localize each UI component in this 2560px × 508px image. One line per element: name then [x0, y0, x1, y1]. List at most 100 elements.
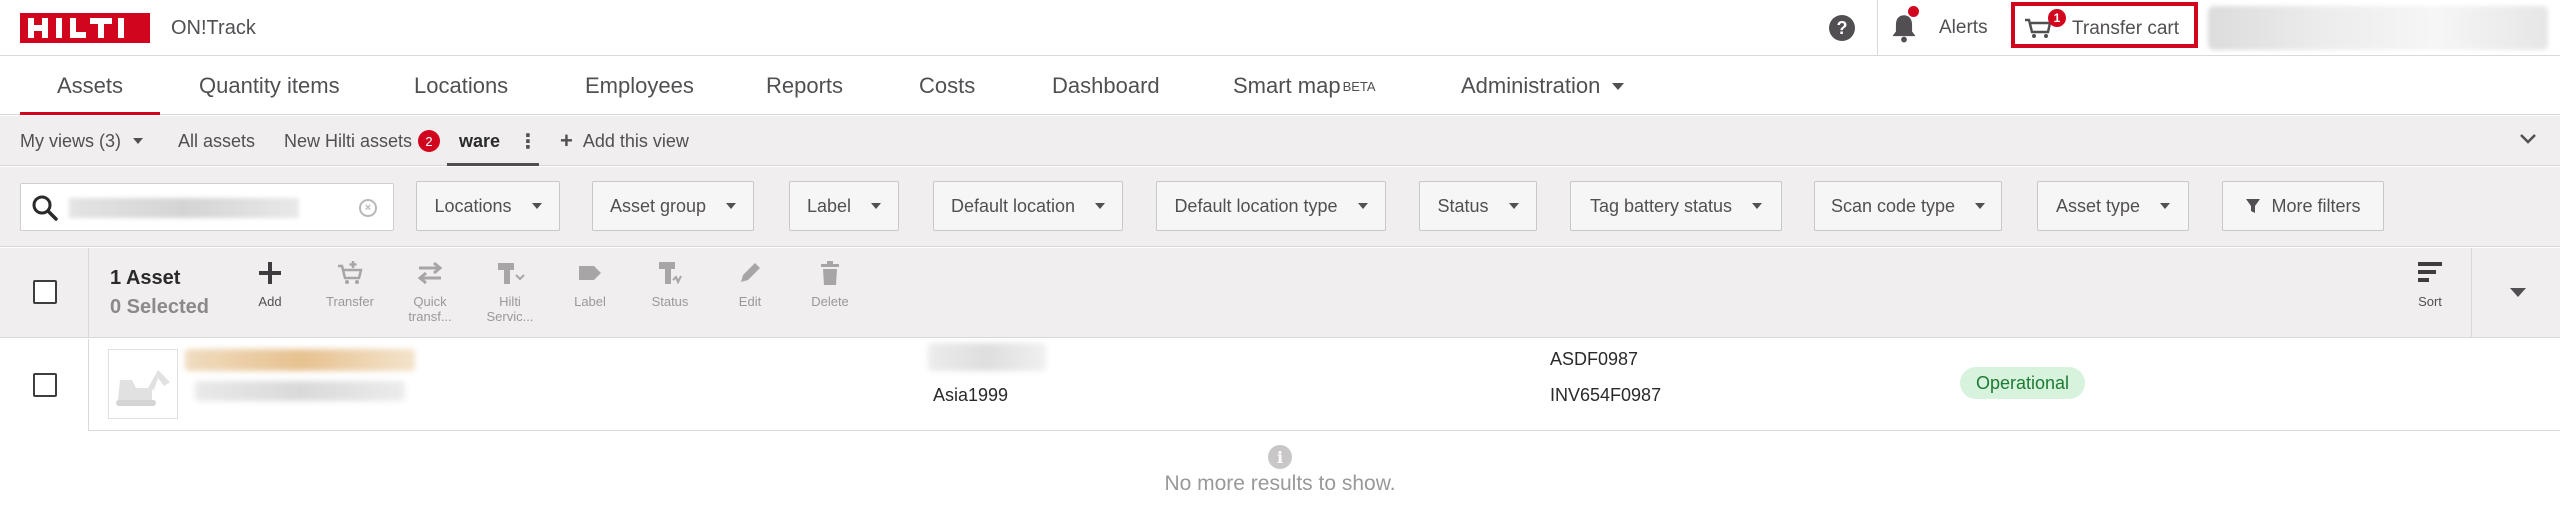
tab-label: Quantity items	[199, 73, 340, 98]
beta-badge: BETA	[1342, 78, 1376, 94]
new-assets-count-badge: 2	[418, 130, 441, 152]
row-checkbox[interactable]	[33, 373, 57, 397]
table-row[interactable]: Asia1999 ASDF0987 INV654F0987 Operationa…	[0, 339, 2560, 431]
action-label: Transfer	[326, 294, 374, 309]
add-view-button[interactable]: + Add this view	[560, 116, 689, 166]
view-new-hilti-assets[interactable]: New Hilti assets 2	[284, 116, 441, 166]
tab-assets[interactable]: Assets	[57, 57, 123, 115]
plus-icon	[259, 262, 281, 284]
clear-search-icon[interactable]: ×	[359, 199, 377, 217]
view-label: New Hilti assets	[284, 130, 413, 151]
action-label: Label	[574, 294, 606, 309]
divider	[1877, 0, 1878, 56]
edit-button[interactable]: Edit	[715, 258, 785, 309]
tab-label: Costs	[919, 73, 976, 98]
alerts-link[interactable]: Alerts	[1939, 17, 1988, 39]
hilti-logo[interactable]	[20, 13, 150, 43]
tab-administration[interactable]: Administration	[1461, 57, 1625, 115]
filter-tag-battery-status[interactable]: Tag battery status	[1570, 181, 1782, 231]
chevron-down-icon	[1752, 203, 1763, 209]
sort-button[interactable]: Sort	[2395, 258, 2465, 309]
bell-icon[interactable]	[1890, 13, 1918, 43]
tab-label: Reports	[766, 73, 844, 98]
chevron-down-icon	[2160, 203, 2171, 209]
view-all-assets[interactable]: All assets	[178, 116, 255, 166]
select-all-checkbox[interactable]	[33, 280, 57, 304]
collapse-chevron-icon[interactable]	[2518, 128, 2538, 148]
view-ware[interactable]: ware ⋮	[459, 116, 538, 166]
label-button[interactable]: Label	[555, 258, 625, 309]
tab-reports[interactable]: Reports	[766, 57, 843, 115]
sort-label: Sort	[2418, 294, 2442, 309]
asset-description-redacted	[195, 381, 405, 401]
location-cell: Asia1999	[933, 385, 1009, 405]
cart-count-badge: 1	[2048, 9, 2066, 27]
filter-scan-code-type[interactable]: Scan code type	[1814, 181, 2002, 231]
more-filters-button[interactable]: More filters	[2222, 181, 2384, 231]
my-views-label: My views (3)	[20, 130, 122, 151]
chevron-down-icon	[726, 203, 737, 209]
hilti-service-icon	[498, 263, 525, 284]
status-button[interactable]: Status	[635, 258, 705, 309]
filter-label: Asset type	[2055, 195, 2141, 216]
search-box[interactable]: ×	[20, 183, 394, 231]
tab-costs[interactable]: Costs	[919, 57, 975, 115]
delete-button[interactable]: Delete	[795, 258, 865, 309]
my-views-dropdown[interactable]: My views (3)	[20, 116, 144, 166]
tab-locations[interactable]: Locations	[414, 57, 508, 115]
tab-label: Dashboard	[1052, 73, 1160, 98]
filter-label: Status	[1437, 195, 1489, 216]
filter-locations[interactable]: Locations	[416, 181, 560, 231]
tab-employees[interactable]: Employees	[585, 57, 694, 115]
views-bar: My views (3) All assets New Hilti assets…	[0, 116, 2560, 166]
filter-asset-group[interactable]: Asset group	[592, 181, 754, 231]
search-icon	[32, 195, 58, 221]
active-view-indicator	[447, 163, 539, 166]
action-label: Hilti Servic...	[486, 294, 534, 324]
view-label: All assets	[178, 130, 256, 151]
filter-default-location-type[interactable]: Default location type	[1156, 181, 1386, 231]
tab-dashboard[interactable]: Dashboard	[1052, 57, 1160, 115]
hilti-logo-wordmark	[28, 18, 124, 38]
current-view-label: ware	[459, 130, 501, 151]
search-input[interactable]	[69, 192, 369, 222]
filter-status[interactable]: Status	[1419, 181, 1537, 231]
select-all-column	[0, 248, 89, 338]
action-label: Quick transf...	[408, 294, 452, 324]
filter-bar: × Locations Asset group Label Default lo…	[0, 167, 2560, 247]
chevron-down-icon	[133, 138, 144, 144]
tab-smart-map[interactable]: Smart map BETA	[1233, 57, 1376, 115]
hilti-service-button[interactable]: Hilti Servic...	[475, 258, 545, 324]
trash-icon	[821, 261, 839, 285]
add-view-label: Add this view	[582, 130, 689, 151]
quick-transfer-button[interactable]: Quick transf...	[395, 258, 465, 324]
filter-label: Asset group	[609, 195, 707, 216]
help-icon[interactable]: ?	[1829, 15, 1855, 41]
filter-label: More filters	[2271, 195, 2361, 216]
chevron-down-icon	[1357, 203, 1368, 209]
inventory-number-cell: INV654F0987	[1550, 385, 1662, 405]
tab-label: Administration	[1461, 73, 1601, 98]
transfer-cart-button[interactable]: 1 Transfer cart	[2011, 2, 2198, 48]
kebab-menu-icon[interactable]: ⋮	[518, 129, 538, 154]
filter-default-location[interactable]: Default location	[933, 181, 1123, 231]
chevron-down-icon	[531, 203, 542, 209]
transfer-button[interactable]: Transfer	[315, 258, 385, 309]
no-more-results-text: No more results to show.	[1164, 472, 1396, 495]
quick-transfer-icon	[417, 261, 443, 285]
column-options-toggle[interactable]	[2471, 248, 2560, 338]
filter-label: Default location	[950, 195, 1076, 216]
filter-label[interactable]: Label	[789, 181, 899, 231]
selected-count: 0 Selected	[110, 296, 209, 318]
user-menu[interactable]	[2208, 6, 2548, 50]
filter-asset-type[interactable]: Asset type	[2037, 181, 2189, 231]
row-select-column	[0, 339, 89, 431]
add-button[interactable]: Add	[235, 258, 305, 309]
tab-label: Assets	[57, 73, 124, 98]
action-label: Edit	[738, 294, 762, 309]
alert-dot	[1908, 6, 1919, 17]
sort-icon	[2418, 262, 2442, 282]
tab-quantity-items[interactable]: Quantity items	[199, 57, 340, 115]
plus-icon: +	[560, 128, 573, 153]
chevron-down-icon	[1975, 203, 1986, 209]
